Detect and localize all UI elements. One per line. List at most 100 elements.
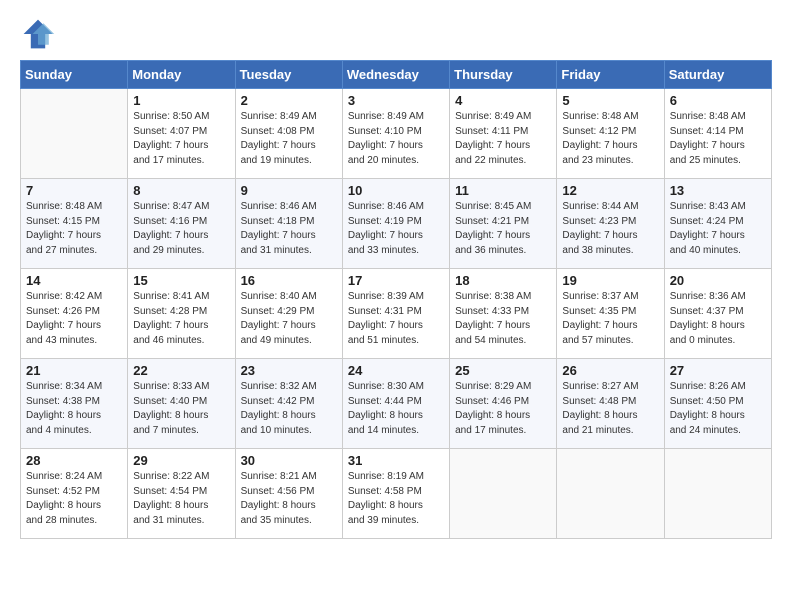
calendar-cell: 3 Sunrise: 8:49 AMSunset: 4:10 PMDaylight…	[342, 89, 449, 179]
day-number: 11	[455, 183, 551, 198]
calendar-week-4: 21 Sunrise: 8:34 AMSunset: 4:38 PMDayligh…	[21, 359, 772, 449]
day-info: Sunrise: 8:24 AMSunset: 4:52 PMDaylight:…	[26, 470, 122, 528]
day-info: Sunrise: 8:37 AMSunset: 4:35 PMDaylight:…	[562, 290, 658, 348]
calendar-week-5: 28 Sunrise: 8:24 AMSunset: 4:52 PMDayligh…	[21, 449, 772, 539]
calendar-week-1: 1 Sunrise: 8:50 AMSunset: 4:07 PMDaylight…	[21, 89, 772, 179]
calendar-cell: 16 Sunrise: 8:40 AMSunset: 4:29 PMDayligh…	[235, 269, 342, 359]
day-info: Sunrise: 8:48 AMSunset: 4:15 PMDaylight:…	[26, 200, 122, 258]
calendar-cell: 20Sunrise: 8:36 AMSunset: 4:37 PMDayligh…	[664, 269, 771, 359]
day-number: 30	[241, 453, 337, 468]
day-number: 31	[348, 453, 444, 468]
day-info: Sunrise: 8:42 AMSunset: 4:26 PMDaylight:…	[26, 290, 122, 348]
day-number: 14	[26, 273, 122, 288]
day-number: 2	[241, 93, 337, 108]
day-info: Sunrise: 8:49 AMSunset: 4:11 PMDaylight:…	[455, 110, 551, 168]
calendar-cell	[664, 449, 771, 539]
day-number: 18	[455, 273, 551, 288]
page-header	[20, 16, 772, 52]
calendar-cell: 15 Sunrise: 8:41 AMSunset: 4:28 PMDayligh…	[128, 269, 235, 359]
calendar-cell: 29 Sunrise: 8:22 AMSunset: 4:54 PMDayligh…	[128, 449, 235, 539]
day-info: Sunrise: 8:46 AMSunset: 4:18 PMDaylight:…	[241, 200, 337, 258]
day-info: Sunrise: 8:19 AMSunset: 4:58 PMDaylight:…	[348, 470, 444, 528]
day-info: Sunrise: 8:33 AMSunset: 4:40 PMDaylight:…	[133, 380, 229, 438]
calendar-cell: 2Sunrise: 8:49 AMSunset: 4:08 PMDaylight…	[235, 89, 342, 179]
day-number: 3	[348, 93, 444, 108]
day-number: 10	[348, 183, 444, 198]
header-tuesday: Tuesday	[235, 61, 342, 89]
day-info: Sunrise: 8:46 AMSunset: 4:19 PMDaylight:…	[348, 200, 444, 258]
day-info: Sunrise: 8:32 AMSunset: 4:42 PMDaylight:…	[241, 380, 337, 438]
calendar-table: SundayMondayTuesdayWednesdayThursdayFrid…	[20, 60, 772, 539]
calendar-cell: 11 Sunrise: 8:45 AMSunset: 4:21 PMDayligh…	[450, 179, 557, 269]
day-info: Sunrise: 8:27 AMSunset: 4:48 PMDaylight:…	[562, 380, 658, 438]
header-saturday: Saturday	[664, 61, 771, 89]
header-wednesday: Wednesday	[342, 61, 449, 89]
day-number: 21	[26, 363, 122, 378]
day-info: Sunrise: 8:45 AMSunset: 4:21 PMDaylight:…	[455, 200, 551, 258]
calendar-cell	[557, 449, 664, 539]
calendar-cell: 24 Sunrise: 8:30 AMSunset: 4:44 PMDayligh…	[342, 359, 449, 449]
day-info: Sunrise: 8:26 AMSunset: 4:50 PMDaylight:…	[670, 380, 766, 438]
calendar-cell: 18 Sunrise: 8:38 AMSunset: 4:33 PMDayligh…	[450, 269, 557, 359]
calendar-cell: 1 Sunrise: 8:50 AMSunset: 4:07 PMDaylight…	[128, 89, 235, 179]
logo	[20, 16, 60, 52]
calendar-cell: 27Sunrise: 8:26 AMSunset: 4:50 PMDayligh…	[664, 359, 771, 449]
day-info: Sunrise: 8:40 AMSunset: 4:29 PMDaylight:…	[241, 290, 337, 348]
day-number: 5	[562, 93, 658, 108]
day-number: 1	[133, 93, 229, 108]
day-number: 19	[562, 273, 658, 288]
calendar-cell	[450, 449, 557, 539]
calendar-cell: 26 Sunrise: 8:27 AMSunset: 4:48 PMDayligh…	[557, 359, 664, 449]
day-number: 12	[562, 183, 658, 198]
calendar-cell: 5 Sunrise: 8:48 AMSunset: 4:12 PMDaylight…	[557, 89, 664, 179]
day-number: 7	[26, 183, 122, 198]
day-info: Sunrise: 8:22 AMSunset: 4:54 PMDaylight:…	[133, 470, 229, 528]
day-number: 16	[241, 273, 337, 288]
day-number: 17	[348, 273, 444, 288]
calendar-cell: 9Sunrise: 8:46 AMSunset: 4:18 PMDaylight…	[235, 179, 342, 269]
day-number: 8	[133, 183, 229, 198]
day-info: Sunrise: 8:41 AMSunset: 4:28 PMDaylight:…	[133, 290, 229, 348]
calendar-cell: 25Sunrise: 8:29 AMSunset: 4:46 PMDayligh…	[450, 359, 557, 449]
calendar-cell: 28 Sunrise: 8:24 AMSunset: 4:52 PMDayligh…	[21, 449, 128, 539]
day-number: 20	[670, 273, 766, 288]
day-info: Sunrise: 8:50 AMSunset: 4:07 PMDaylight:…	[133, 110, 229, 168]
day-info: Sunrise: 8:48 AMSunset: 4:14 PMDaylight:…	[670, 110, 766, 168]
day-info: Sunrise: 8:49 AMSunset: 4:10 PMDaylight:…	[348, 110, 444, 168]
calendar-cell: 19 Sunrise: 8:37 AMSunset: 4:35 PMDayligh…	[557, 269, 664, 359]
calendar-cell: 4 Sunrise: 8:49 AMSunset: 4:11 PMDaylight…	[450, 89, 557, 179]
day-info: Sunrise: 8:43 AMSunset: 4:24 PMDaylight:…	[670, 200, 766, 258]
day-number: 26	[562, 363, 658, 378]
day-info: Sunrise: 8:29 AMSunset: 4:46 PMDaylight:…	[455, 380, 551, 438]
day-number: 4	[455, 93, 551, 108]
day-info: Sunrise: 8:48 AMSunset: 4:12 PMDaylight:…	[562, 110, 658, 168]
header-thursday: Thursday	[450, 61, 557, 89]
calendar-cell: 22 Sunrise: 8:33 AMSunset: 4:40 PMDayligh…	[128, 359, 235, 449]
day-number: 15	[133, 273, 229, 288]
calendar-cell: 6Sunrise: 8:48 AMSunset: 4:14 PMDaylight…	[664, 89, 771, 179]
day-number: 13	[670, 183, 766, 198]
calendar-cell: 17Sunrise: 8:39 AMSunset: 4:31 PMDayligh…	[342, 269, 449, 359]
day-number: 23	[241, 363, 337, 378]
calendar-week-3: 14 Sunrise: 8:42 AMSunset: 4:26 PMDayligh…	[21, 269, 772, 359]
day-number: 29	[133, 453, 229, 468]
calendar-cell: 31 Sunrise: 8:19 AMSunset: 4:58 PMDayligh…	[342, 449, 449, 539]
calendar-cell: 12 Sunrise: 8:44 AMSunset: 4:23 PMDayligh…	[557, 179, 664, 269]
calendar-cell: 8 Sunrise: 8:47 AMSunset: 4:16 PMDaylight…	[128, 179, 235, 269]
day-info: Sunrise: 8:30 AMSunset: 4:44 PMDaylight:…	[348, 380, 444, 438]
day-info: Sunrise: 8:21 AMSunset: 4:56 PMDaylight:…	[241, 470, 337, 528]
calendar-cell: 13 Sunrise: 8:43 AMSunset: 4:24 PMDayligh…	[664, 179, 771, 269]
day-info: Sunrise: 8:34 AMSunset: 4:38 PMDaylight:…	[26, 380, 122, 438]
day-info: Sunrise: 8:47 AMSunset: 4:16 PMDaylight:…	[133, 200, 229, 258]
logo-icon	[20, 16, 56, 52]
calendar-week-2: 7 Sunrise: 8:48 AMSunset: 4:15 PMDaylight…	[21, 179, 772, 269]
calendar-cell: 30 Sunrise: 8:21 AMSunset: 4:56 PMDayligh…	[235, 449, 342, 539]
day-info: Sunrise: 8:44 AMSunset: 4:23 PMDaylight:…	[562, 200, 658, 258]
day-number: 28	[26, 453, 122, 468]
calendar-cell: 21 Sunrise: 8:34 AMSunset: 4:38 PMDayligh…	[21, 359, 128, 449]
day-number: 24	[348, 363, 444, 378]
day-info: Sunrise: 8:38 AMSunset: 4:33 PMDaylight:…	[455, 290, 551, 348]
calendar-header-row: SundayMondayTuesdayWednesdayThursdayFrid…	[21, 61, 772, 89]
calendar-cell: 10 Sunrise: 8:46 AMSunset: 4:19 PMDayligh…	[342, 179, 449, 269]
day-number: 22	[133, 363, 229, 378]
